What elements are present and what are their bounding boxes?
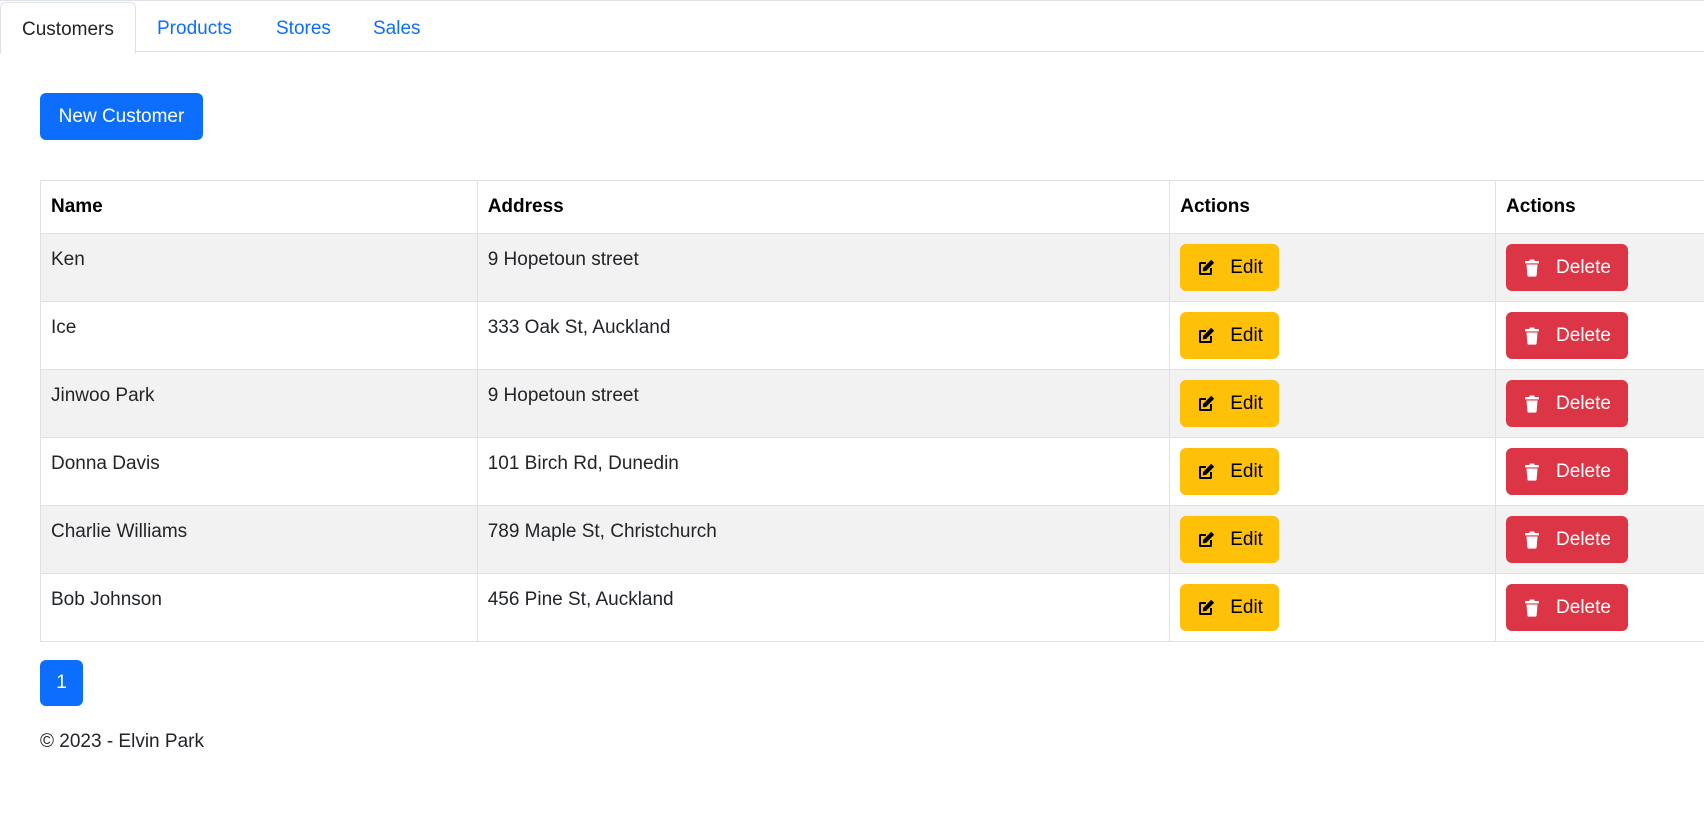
footer-copyright: © 2023 - Elvin Park (40, 731, 204, 752)
edit-icon (1196, 394, 1216, 414)
column-header-address: Address (476, 180, 1171, 234)
table-row: Bob Johnson 456 Pine St, Auckland Edit Dele… (40, 573, 1704, 642)
cell-edit-action: Edit (1169, 301, 1497, 370)
cell-name: Ice (40, 301, 478, 370)
edit-icon (1196, 462, 1216, 482)
edit-button[interactable]: Edit (1180, 312, 1280, 359)
delete-button[interactable]: Delete (1506, 244, 1629, 291)
cell-edit-action: Edit (1169, 573, 1497, 642)
delete-button-label: Delete (1556, 324, 1611, 346)
cell-edit-action: Edit (1169, 437, 1497, 506)
edit-button[interactable]: Edit (1180, 516, 1280, 563)
edit-button-label: Edit (1230, 596, 1263, 618)
cell-delete-action: Delete (1495, 369, 1704, 438)
table-row: Ken 9 Hopetoun street Edit Delete (40, 233, 1704, 302)
delete-button-label: Delete (1556, 528, 1611, 550)
edit-icon (1196, 326, 1216, 346)
cell-edit-action: Edit (1169, 369, 1497, 438)
delete-button[interactable]: Delete (1506, 516, 1629, 563)
column-header-actions: Actions (1169, 180, 1497, 234)
column-header-name: Name (40, 180, 478, 234)
customers-table: Name Address Actions Actions Ken 9 Hopeto… (40, 180, 1704, 642)
trash-icon (1522, 394, 1542, 414)
edit-button-label: Edit (1230, 528, 1263, 550)
trash-icon (1522, 598, 1542, 618)
edit-button-label: Edit (1230, 324, 1263, 346)
delete-button[interactable]: Delete (1506, 448, 1629, 495)
cell-name: Jinwoo Park (40, 369, 478, 438)
edit-icon (1196, 258, 1216, 278)
trash-icon (1522, 530, 1542, 550)
edit-button[interactable]: Edit (1180, 448, 1280, 495)
tab-products[interactable]: Products (136, 2, 253, 53)
delete-button-label: Delete (1556, 256, 1611, 278)
tab-stores[interactable]: Stores (255, 2, 352, 53)
cell-address: 9 Hopetoun street (476, 369, 1171, 438)
delete-button-label: Delete (1556, 596, 1611, 618)
tab-sales[interactable]: Sales (352, 2, 442, 53)
trash-icon (1522, 462, 1542, 482)
edit-button-label: Edit (1230, 392, 1263, 414)
column-header-actions: Actions (1495, 180, 1704, 234)
cell-address: 789 Maple St, Christchurch (476, 505, 1171, 574)
cell-name: Ken (40, 233, 478, 302)
cell-delete-action: Delete (1495, 437, 1704, 506)
delete-button[interactable]: Delete (1506, 380, 1629, 427)
edit-button[interactable]: Edit (1180, 244, 1280, 291)
cell-address: 9 Hopetoun street (476, 233, 1171, 302)
cell-name: Bob Johnson (40, 573, 478, 642)
cell-address: 101 Birch Rd, Dunedin (476, 437, 1171, 506)
table-header-row: Name Address Actions Actions (40, 180, 1704, 234)
delete-button[interactable]: Delete (1506, 584, 1629, 631)
cell-delete-action: Delete (1495, 233, 1704, 302)
cell-address: 333 Oak St, Auckland (476, 301, 1171, 370)
trash-icon (1522, 326, 1542, 346)
cell-name: Charlie Williams (40, 505, 478, 574)
edit-icon (1196, 530, 1216, 550)
table-row: Donna Davis 101 Birch Rd, Dunedin Edit Dele… (40, 437, 1704, 506)
delete-button-label: Delete (1556, 460, 1611, 482)
tab-customers[interactable]: Customers (0, 2, 136, 54)
cell-delete-action: Delete (1495, 573, 1704, 642)
cell-delete-action: Delete (1495, 301, 1704, 370)
edit-icon (1196, 598, 1216, 618)
nav-tabs: Customers Products Stores Sales (0, 0, 1704, 54)
delete-button-label: Delete (1556, 392, 1611, 414)
table-row: Jinwoo Park 9 Hopetoun street Edit Delete (40, 369, 1704, 438)
delete-button[interactable]: Delete (1506, 312, 1629, 359)
table-row: Charlie Williams 789 Maple St, Christchur… (40, 505, 1704, 574)
pagination-page-button[interactable]: 1 (40, 660, 83, 706)
cell-address: 456 Pine St, Auckland (476, 573, 1171, 642)
edit-button-label: Edit (1230, 256, 1263, 278)
trash-icon (1522, 258, 1542, 278)
edit-button[interactable]: Edit (1180, 584, 1280, 631)
table-row: Ice 333 Oak St, Auckland Edit Delete (40, 301, 1704, 370)
cell-delete-action: Delete (1495, 505, 1704, 574)
cell-edit-action: Edit (1169, 505, 1497, 574)
edit-button-label: Edit (1230, 460, 1263, 482)
new-customer-button[interactable]: New Customer (40, 93, 203, 140)
cell-name: Donna Davis (40, 437, 478, 506)
cell-edit-action: Edit (1169, 233, 1497, 302)
edit-button[interactable]: Edit (1180, 380, 1280, 427)
